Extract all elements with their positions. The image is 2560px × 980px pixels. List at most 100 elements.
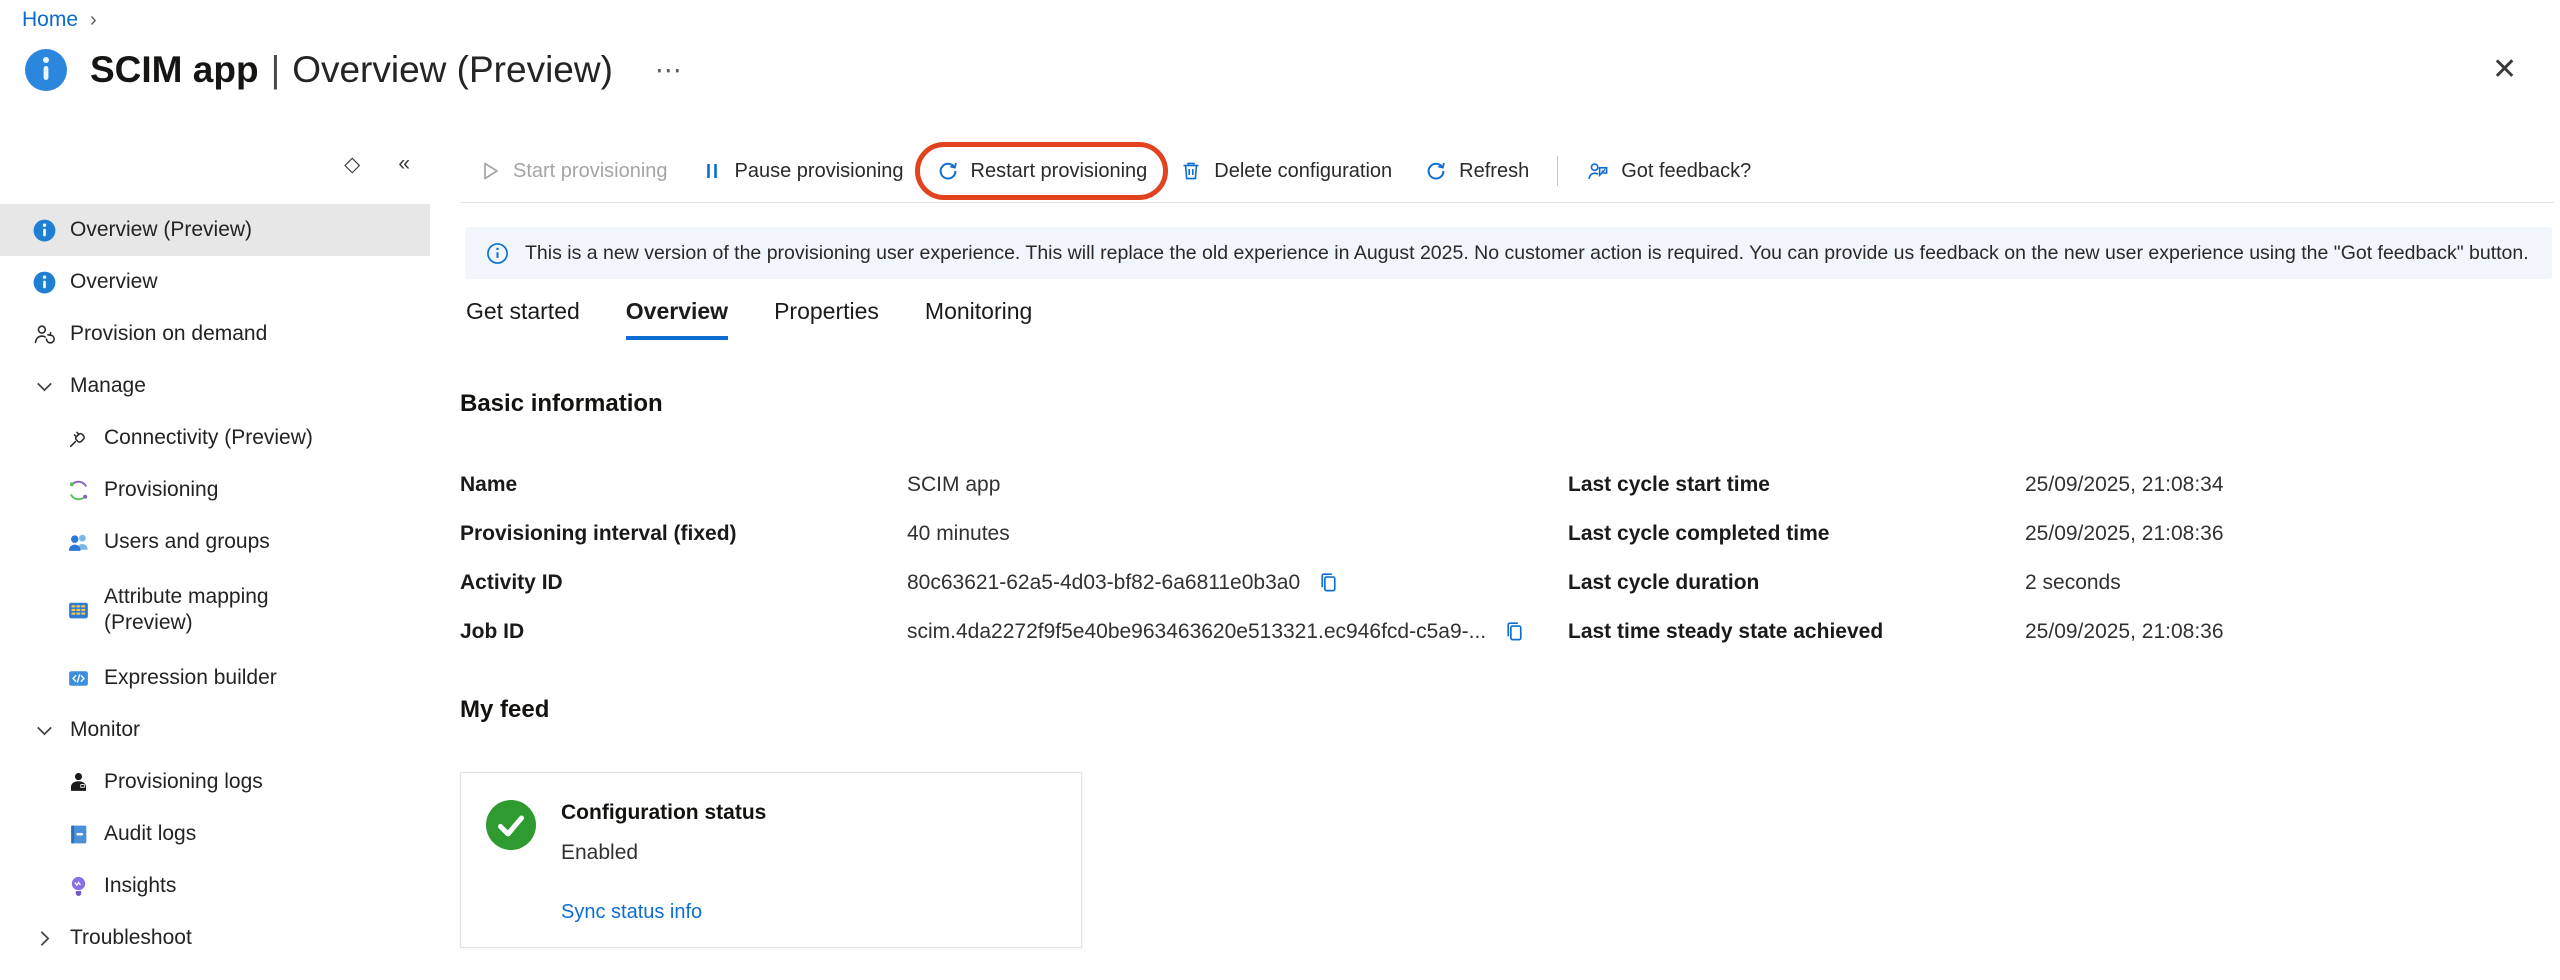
info-label: Provisioning interval (fixed) [460, 522, 907, 546]
sidebar-item-label: Provisioning logs [104, 770, 263, 794]
restart-icon [936, 159, 960, 183]
sidebar-item-label: Provision on demand [70, 322, 267, 346]
sidebar-item-expression-builder[interactable]: Expression builder [0, 652, 430, 704]
breadcrumb-home-link[interactable]: Home [22, 8, 78, 32]
info-icon [32, 218, 57, 243]
basic-info-right-column: Last cycle start time 25/09/2025, 21:08:… [1568, 460, 2560, 656]
provision-on-demand-icon [32, 322, 57, 347]
basic-info-left-column: Name SCIM app Provisioning interval (fix… [460, 460, 1520, 656]
toolbar-label: Restart provisioning [971, 160, 1148, 183]
info-row-provisioning-interval: Provisioning interval (fixed) 40 minutes [460, 509, 1520, 558]
sidebar-item-manage[interactable]: Manage [0, 360, 430, 412]
tab-get-started[interactable]: Get started [466, 298, 580, 340]
copy-icon[interactable] [1316, 570, 1341, 595]
command-bar: Start provisioning Pause provisioning Re… [462, 146, 2554, 196]
toolbar-divider [1557, 156, 1558, 186]
check-circle-icon [485, 799, 537, 851]
sidebar-item-overview-preview[interactable]: Overview (Preview) [0, 204, 430, 256]
toolbar-label: Delete configuration [1214, 160, 1392, 183]
insights-icon [66, 874, 91, 899]
start-provisioning-button[interactable]: Start provisioning [462, 148, 684, 194]
refresh-button[interactable]: Refresh [1408, 148, 1545, 194]
chevron-down-icon [32, 374, 57, 399]
info-value: scim.4da2272f9f5e40be963463620e513321.ec… [907, 619, 1527, 644]
sidebar: ◇ « Overview (Preview) Overview Provisio… [0, 140, 430, 980]
more-options-button[interactable]: ⋯ [655, 55, 685, 86]
delete-configuration-button[interactable]: Delete configuration [1163, 148, 1408, 194]
sidebar-item-monitor[interactable]: Monitor [0, 704, 430, 756]
card-title: Configuration status [561, 801, 766, 825]
page-title: SCIM app|Overview (Preview) [90, 49, 613, 91]
toolbar-label: Refresh [1459, 160, 1529, 183]
my-feed-title: My feed [460, 696, 549, 724]
info-value: 25/09/2025, 21:08:36 [2025, 522, 2224, 546]
expression-builder-icon [66, 666, 91, 691]
trash-icon [1179, 159, 1203, 183]
resize-icon[interactable]: ◇ [344, 152, 360, 177]
sync-status-info-link[interactable]: Sync status info [561, 901, 702, 924]
tab-overview[interactable]: Overview [626, 298, 728, 340]
chevron-down-icon [32, 718, 57, 743]
info-label: Last time steady state achieved [1568, 620, 2025, 644]
info-row-last-cycle-completed: Last cycle completed time 25/09/2025, 21… [1568, 509, 2560, 558]
sidebar-item-connectivity[interactable]: Connectivity (Preview) [0, 412, 430, 464]
refresh-icon [1424, 159, 1448, 183]
info-value: 2 seconds [2025, 571, 2121, 595]
chevron-right-icon [32, 926, 57, 951]
banner-text: This is a new version of the provisionin… [525, 242, 2529, 265]
pause-icon [700, 159, 724, 183]
sidebar-item-label: Attribute mapping (Preview) [104, 584, 319, 637]
info-label: Job ID [460, 620, 907, 644]
info-label: Last cycle duration [1568, 571, 2025, 595]
sidebar-item-provision-on-demand[interactable]: Provision on demand [0, 308, 430, 360]
status-value: Enabled [561, 841, 638, 865]
attribute-mapping-icon [66, 598, 91, 623]
title-separator: | [271, 49, 281, 90]
got-feedback-button[interactable]: Got feedback? [1570, 148, 1767, 194]
copy-icon[interactable] [1502, 619, 1527, 644]
sidebar-item-provisioning-logs[interactable]: Provisioning logs [0, 756, 430, 808]
info-label: Last cycle completed time [1568, 522, 2025, 546]
toolbar-label: Start provisioning [513, 160, 668, 183]
page-subtitle: Overview (Preview) [292, 49, 613, 90]
sidebar-controls: ◇ « [344, 152, 410, 177]
toolbar-rule [460, 202, 2554, 203]
info-value: 25/09/2025, 21:08:36 [2025, 620, 2224, 644]
sidebar-item-label: Users and groups [104, 530, 270, 554]
sidebar-nav: Overview (Preview) Overview Provision on… [0, 204, 430, 964]
breadcrumb: Home › [22, 8, 97, 32]
info-value: SCIM app [907, 473, 1000, 497]
info-label: Activity ID [460, 571, 907, 595]
tab-properties[interactable]: Properties [774, 298, 879, 340]
sidebar-item-label: Troubleshoot [70, 926, 192, 950]
connectivity-icon [66, 426, 91, 451]
sidebar-item-troubleshoot[interactable]: Troubleshoot [0, 912, 430, 964]
sidebar-item-attribute-mapping[interactable]: Attribute mapping (Preview) [0, 568, 430, 652]
sidebar-item-insights[interactable]: Insights [0, 860, 430, 912]
close-button[interactable]: ✕ [2492, 52, 2517, 87]
main-content: Start provisioning Pause provisioning Re… [460, 140, 2554, 980]
info-row-last-cycle-start: Last cycle start time 25/09/2025, 21:08:… [1568, 460, 2560, 509]
info-banner: This is a new version of the provisionin… [465, 227, 2552, 279]
tab-monitoring[interactable]: Monitoring [925, 298, 1032, 340]
info-icon [32, 270, 57, 295]
page-header: SCIM app|Overview (Preview) ⋯ [24, 48, 685, 92]
play-icon [478, 159, 502, 183]
sidebar-item-provisioning[interactable]: Provisioning [0, 464, 430, 516]
restart-provisioning-button[interactable]: Restart provisioning [920, 148, 1164, 194]
sidebar-item-users-and-groups[interactable]: Users and groups [0, 516, 430, 568]
provisioning-icon [66, 478, 91, 503]
basic-information-title: Basic information [460, 390, 663, 418]
info-row-name: Name SCIM app [460, 460, 1520, 509]
app-info-icon [24, 48, 68, 92]
collapse-sidebar-icon[interactable]: « [398, 152, 410, 177]
sidebar-item-overview[interactable]: Overview [0, 256, 430, 308]
pause-provisioning-button[interactable]: Pause provisioning [684, 148, 920, 194]
sidebar-item-audit-logs[interactable]: Audit logs [0, 808, 430, 860]
toolbar-label: Got feedback? [1621, 160, 1751, 183]
info-row-job-id: Job ID scim.4da2272f9f5e40be963463620e51… [460, 607, 1520, 656]
sidebar-item-label: Connectivity (Preview) [104, 426, 313, 450]
sidebar-item-label: Monitor [70, 718, 140, 742]
tab-bar: Get started Overview Properties Monitori… [466, 298, 1032, 340]
info-row-steady-state: Last time steady state achieved 25/09/20… [1568, 607, 2560, 656]
